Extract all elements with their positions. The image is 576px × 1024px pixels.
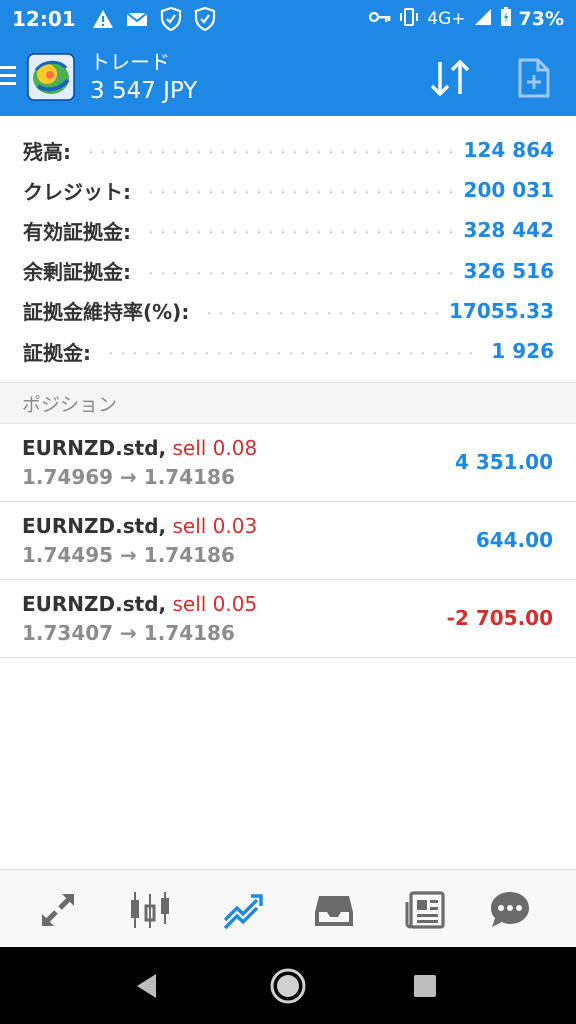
mail-icon [124,6,150,32]
position-title: EURNZD.std, sell 0.03 [22,514,257,538]
position-prices: 1.74969 → 1.74186 [22,465,235,489]
summary-label: クレジット: [23,179,131,204]
leader-dots [145,271,454,274]
leader-dots [203,311,439,314]
summary-value: 1 926 [491,339,554,364]
summary-value: 124 864 [463,138,554,163]
position-prices: 1.73407 → 1.74186 [22,621,235,645]
menu-icon[interactable] [0,66,16,86]
summary-label: 証拠金: [23,340,91,365]
position-direction: sell 0.08 [172,436,258,460]
vibrate-icon [398,7,420,32]
warning-icon [90,6,116,32]
shield-check-icon [192,6,218,32]
app-title: トレード [90,50,170,74]
quotes-icon[interactable] [36,888,80,932]
back-icon[interactable] [128,967,166,1005]
position-direction: sell 0.05 [172,592,258,616]
summary-value: 200 031 [463,178,554,203]
signal-icon [473,7,493,32]
position-title: EURNZD.std, sell 0.08 [22,436,257,460]
key-icon [369,9,391,29]
battery-icon [500,6,512,32]
position-direction: sell 0.03 [172,514,258,538]
history-icon[interactable] [312,888,356,932]
summary-row-equity: 有効証拠金: 328 442 [0,210,576,250]
screen: 12:01 4G+ 73% トレード 3 547 JPY 残高: 124 864… [0,0,576,1024]
summary-row-credit: クレジット: 200 031 [0,170,576,210]
leader-dots [145,231,454,234]
account-summary: 残高: 124 864 クレジット: 200 031 有効証拠金: 328 44… [0,130,576,371]
position-profit: 644.00 [475,528,553,552]
leader-dots [85,151,454,154]
position-profit: -2 705.00 [446,606,553,630]
new-order-icon[interactable] [514,56,554,100]
position-row[interactable]: EURNZD.std, sell 0.08 1.74969 → 1.74186 … [0,424,576,502]
positions-list: EURNZD.std, sell 0.08 1.74969 → 1.74186 … [0,424,576,658]
status-bar: 12:01 4G+ 73% [0,0,576,38]
status-right: 4G+ 73% [369,6,564,32]
account-balance-header: 3 547 JPY [90,78,198,104]
shield-check-icon [158,6,184,32]
positions-section-header: ポジション [0,382,576,424]
summary-value: 326 516 [463,258,554,283]
leader-dots [105,352,482,355]
news-icon[interactable] [404,888,448,932]
home-icon[interactable] [269,967,307,1005]
chart-icon[interactable] [128,888,172,932]
summary-value: 17055.33 [448,298,554,323]
position-symbol: EURNZD.std, [22,592,167,616]
system-navigation [0,947,576,1024]
section-title: ポジション [22,394,118,416]
summary-row-balance: 残高: 124 864 [0,130,576,170]
summary-label: 証拠金維持率(%): [23,300,190,325]
status-time: 12:01 [12,7,76,31]
app-bar: トレード 3 547 JPY [0,38,576,116]
network-type: 4G+ [427,9,466,29]
summary-value: 328 442 [463,218,554,243]
bottom-navigation [0,869,576,947]
position-symbol: EURNZD.std, [22,514,167,538]
position-row[interactable]: EURNZD.std, sell 0.05 1.73407 → 1.74186 … [0,580,576,658]
position-profit: 4 351.00 [454,450,553,474]
sort-icon[interactable] [426,56,474,100]
summary-row-margin: 証拠金: 1 926 [0,331,576,371]
app-logo [26,52,76,102]
leader-dots [145,191,454,194]
position-row[interactable]: EURNZD.std, sell 0.03 1.74495 → 1.74186 … [0,502,576,580]
summary-label: 残高: [23,139,71,164]
trade-icon[interactable] [220,888,264,932]
summary-label: 余剰証拠金: [23,260,131,285]
position-title: EURNZD.std, sell 0.05 [22,592,257,616]
summary-row-free-margin: 余剰証拠金: 326 516 [0,251,576,291]
summary-row-margin-level: 証拠金維持率(%): 17055.33 [0,291,576,331]
battery-level: 73% [518,8,564,30]
position-prices: 1.74495 → 1.74186 [22,543,235,567]
chat-icon[interactable] [488,888,532,932]
position-symbol: EURNZD.std, [22,436,167,460]
recents-icon[interactable] [406,967,444,1005]
summary-label: 有効証拠金: [23,219,131,244]
